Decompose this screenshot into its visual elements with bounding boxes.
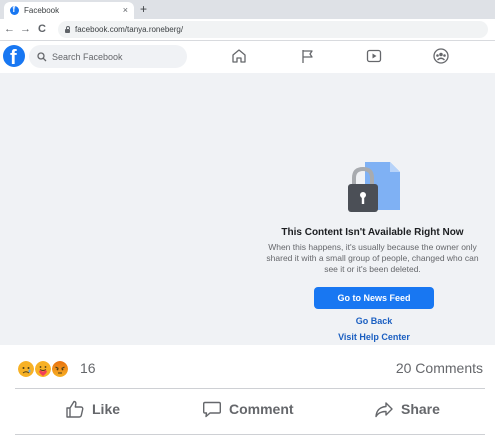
comment-icon bbox=[203, 401, 221, 418]
new-tab-button[interactable]: + bbox=[140, 2, 147, 16]
flag-icon[interactable] bbox=[298, 47, 316, 65]
description-line: shared it with a small group of people, … bbox=[266, 253, 479, 263]
like-label: Like bbox=[92, 401, 121, 417]
facebook-header: f Search Facebook bbox=[0, 41, 495, 73]
sad-reaction-icon[interactable] bbox=[17, 360, 35, 378]
footer-divider bbox=[15, 388, 485, 389]
groups-icon[interactable] bbox=[432, 47, 450, 65]
go-to-news-feed-button[interactable]: Go to News Feed bbox=[314, 287, 434, 309]
url-field[interactable]: facebook.com/tanya.roneberg/ bbox=[58, 21, 488, 38]
browser-tab-strip: Facebook × + bbox=[0, 0, 495, 19]
go-back-link[interactable]: Go Back bbox=[314, 316, 434, 326]
visit-help-center-link[interactable]: Visit Help Center bbox=[314, 332, 434, 342]
locked-content-icon bbox=[348, 162, 400, 212]
tab-title: Facebook bbox=[24, 6, 60, 15]
lock-icon bbox=[65, 25, 70, 33]
logo-glyph: f bbox=[10, 47, 17, 67]
share-icon bbox=[375, 402, 393, 418]
description-line: When this happens, it's usually because … bbox=[268, 242, 477, 252]
forward-button[interactable]: → bbox=[20, 22, 31, 36]
reload-button[interactable]: C bbox=[38, 22, 46, 36]
unavailable-title: This Content Isn't Available Right Now bbox=[281, 227, 464, 238]
post-footer: 16 20 Comments Like Comment Share bbox=[0, 345, 495, 439]
watch-icon[interactable] bbox=[365, 47, 383, 65]
tab-close-icon[interactable]: × bbox=[123, 5, 128, 15]
content-area: This Content Isn't Available Right Now W… bbox=[0, 73, 495, 345]
description-line: see it or it's been deleted. bbox=[324, 264, 421, 274]
care-reaction-icon[interactable] bbox=[34, 360, 52, 378]
comment-button[interactable]: Comment bbox=[202, 399, 294, 419]
comment-label: Comment bbox=[229, 401, 294, 417]
facebook-logo[interactable]: f bbox=[3, 45, 25, 67]
share-button[interactable]: Share bbox=[374, 399, 440, 419]
like-button[interactable]: Like bbox=[65, 399, 120, 419]
comments-count-link[interactable]: 20 Comments bbox=[396, 360, 483, 377]
address-bar: ← → C facebook.com/tanya.roneberg/ bbox=[0, 19, 495, 41]
like-icon bbox=[66, 400, 84, 418]
browser-tab[interactable]: Facebook × bbox=[4, 2, 134, 19]
footer-bottom-divider bbox=[15, 434, 485, 435]
home-icon[interactable] bbox=[230, 47, 248, 65]
reaction-count[interactable]: 16 bbox=[80, 360, 96, 377]
angry-reaction-icon[interactable] bbox=[51, 360, 69, 378]
url-text: facebook.com/tanya.roneberg/ bbox=[75, 25, 184, 34]
unavailable-description: When this happens, it's usually because … bbox=[250, 242, 495, 275]
back-button[interactable]: ← bbox=[4, 22, 15, 36]
share-label: Share bbox=[401, 401, 440, 417]
search-input[interactable]: Search Facebook bbox=[29, 45, 187, 68]
search-placeholder: Search Facebook bbox=[52, 51, 123, 62]
facebook-favicon-icon bbox=[10, 5, 19, 15]
search-icon bbox=[37, 51, 47, 61]
